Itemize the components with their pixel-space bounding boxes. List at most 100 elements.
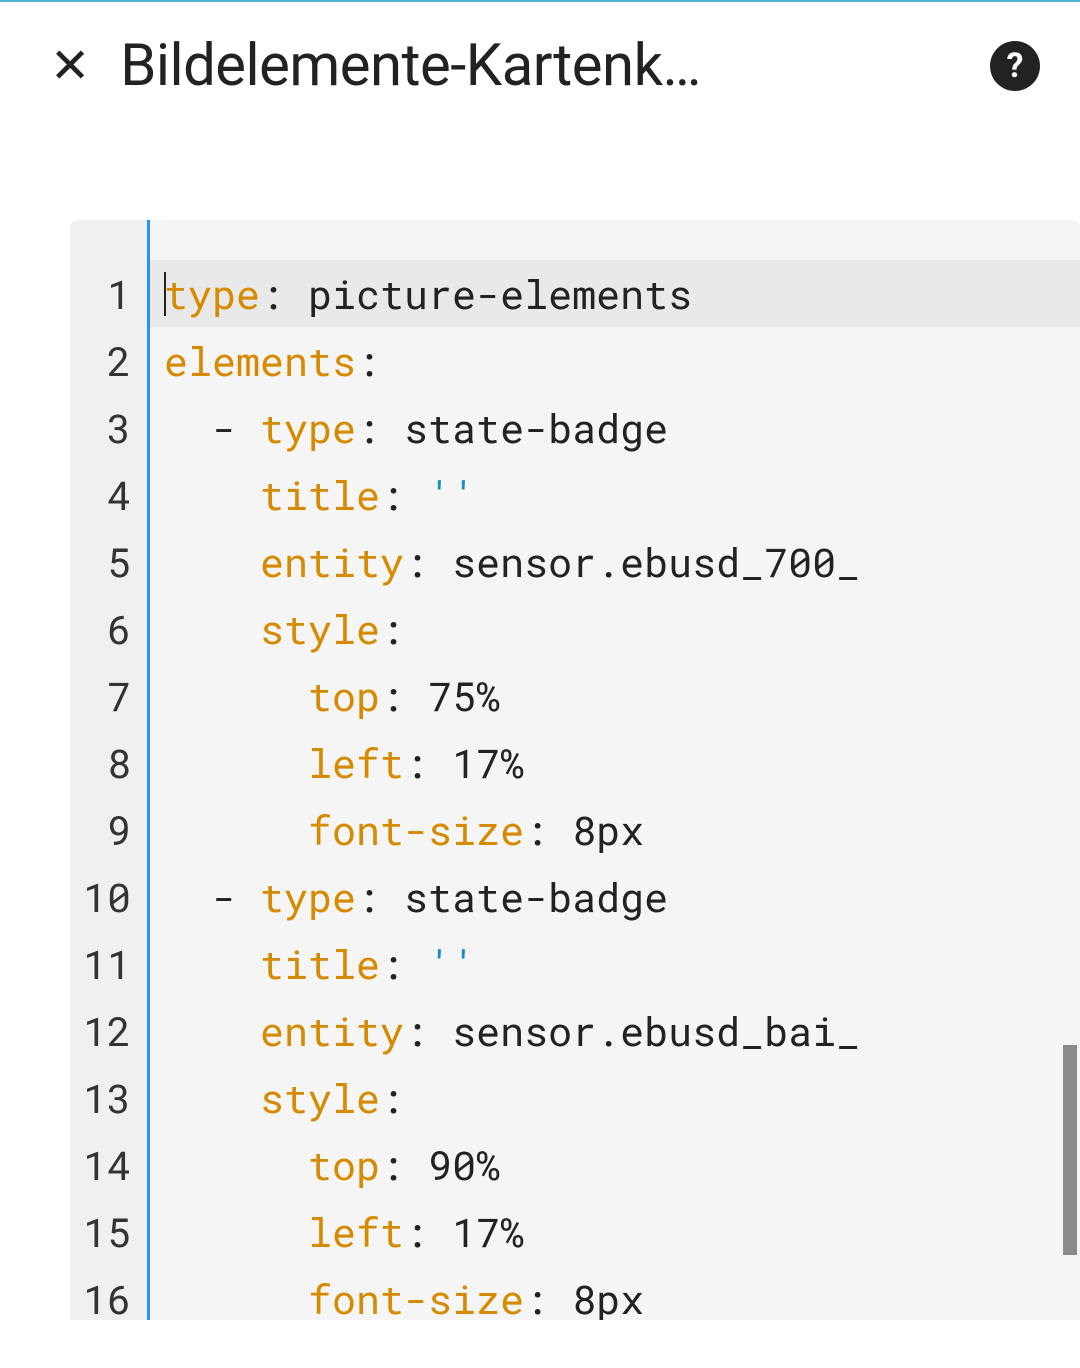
yaml-punct: :: [404, 736, 452, 789]
code-line[interactable]: type: picture-elements: [150, 260, 1080, 327]
yaml-punct: [164, 803, 308, 856]
line-number: 11: [70, 930, 137, 997]
code-editor-wrap: 12345678910111213141516 type: picture-el…: [70, 220, 1080, 1320]
line-number: 16: [70, 1265, 137, 1320]
code-line[interactable]: entity: sensor.ebusd_bai_: [164, 997, 1080, 1064]
yaml-punct: [164, 1004, 260, 1057]
yaml-punct: :: [380, 468, 428, 521]
yaml-key: title: [260, 937, 380, 990]
yaml-string: '': [428, 468, 476, 521]
line-number-gutter: 12345678910111213141516: [70, 220, 150, 1320]
yaml-value: 17%: [452, 736, 524, 789]
help-icon[interactable]: ?: [990, 41, 1040, 91]
yaml-punct: :: [380, 602, 404, 655]
yaml-key: entity: [260, 535, 404, 588]
yaml-punct: :: [524, 1272, 572, 1320]
yaml-punct: :: [356, 401, 404, 454]
yaml-key: font-size: [308, 1272, 524, 1320]
code-line[interactable]: title: '': [164, 461, 1080, 528]
line-number: 5: [70, 528, 137, 595]
yaml-key: font-size: [308, 803, 524, 856]
yaml-key: style: [260, 1071, 380, 1124]
dialog-header: ✕ Bildelemente-Kartenk… ?: [0, 2, 1080, 130]
yaml-string: '': [428, 937, 476, 990]
code-line[interactable]: elements:: [164, 327, 1080, 394]
yaml-punct: [164, 669, 308, 722]
yaml-key: top: [308, 669, 380, 722]
yaml-punct: :: [404, 1004, 452, 1057]
yaml-key: type: [260, 870, 356, 923]
yaml-value: picture-elements: [308, 267, 692, 320]
line-number: 15: [70, 1198, 137, 1265]
yaml-value: 8px: [572, 1272, 644, 1320]
code-line[interactable]: left: 17%: [164, 729, 1080, 796]
yaml-punct: :: [380, 669, 428, 722]
code-line[interactable]: title: '': [164, 930, 1080, 997]
line-number: 2: [70, 327, 137, 394]
line-number: 12: [70, 997, 137, 1064]
yaml-key: left: [308, 736, 404, 789]
code-editor[interactable]: 12345678910111213141516 type: picture-el…: [70, 220, 1080, 1320]
line-number: 1: [70, 260, 137, 327]
code-line[interactable]: style:: [164, 1064, 1080, 1131]
yaml-punct: :: [380, 1071, 404, 1124]
yaml-key: style: [260, 602, 380, 655]
yaml-punct: :: [404, 1205, 452, 1258]
yaml-punct: [164, 535, 260, 588]
code-line[interactable]: font-size: 8px: [164, 796, 1080, 863]
yaml-punct: :: [260, 267, 308, 320]
yaml-punct: :: [404, 535, 452, 588]
yaml-value: 75%: [428, 669, 500, 722]
close-icon[interactable]: ✕: [50, 42, 90, 90]
line-number: 8: [70, 729, 137, 796]
yaml-key: left: [308, 1205, 404, 1258]
yaml-key: title: [260, 468, 380, 521]
yaml-key: type: [260, 401, 356, 454]
code-line[interactable]: font-size: 8px: [164, 1265, 1080, 1320]
line-number: 4: [70, 461, 137, 528]
yaml-value: state-badge: [404, 870, 668, 923]
line-number: 13: [70, 1064, 137, 1131]
yaml-value: sensor.ebusd_bai_: [452, 1004, 860, 1057]
yaml-value: state-badge: [404, 401, 668, 454]
yaml-punct: :: [356, 870, 404, 923]
yaml-punct: -: [164, 401, 260, 454]
code-content[interactable]: type: picture-elementselements: - type: …: [150, 220, 1080, 1320]
yaml-punct: [164, 1138, 308, 1191]
scrollbar-thumb[interactable]: [1063, 1045, 1077, 1255]
yaml-punct: [164, 937, 260, 990]
yaml-key: elements: [164, 334, 356, 387]
yaml-value: sensor.ebusd_700_: [452, 535, 860, 588]
yaml-value: 90%: [428, 1138, 500, 1191]
yaml-punct: [164, 1071, 260, 1124]
yaml-punct: :: [356, 334, 380, 387]
code-line[interactable]: - type: state-badge: [164, 863, 1080, 930]
scrollbar-track[interactable]: [1063, 220, 1077, 1320]
code-line[interactable]: left: 17%: [164, 1198, 1080, 1265]
yaml-punct: [164, 1205, 308, 1258]
yaml-punct: [164, 1272, 308, 1320]
line-number: 14: [70, 1131, 137, 1198]
code-line[interactable]: entity: sensor.ebusd_700_: [164, 528, 1080, 595]
dialog-title: Bildelemente-Kartenk…: [120, 32, 960, 100]
code-line[interactable]: - type: state-badge: [164, 394, 1080, 461]
code-line[interactable]: style:: [164, 595, 1080, 662]
yaml-punct: -: [164, 870, 260, 923]
line-number: 3: [70, 394, 137, 461]
line-number: 9: [70, 796, 137, 863]
yaml-key: top: [308, 1138, 380, 1191]
line-number: 7: [70, 662, 137, 729]
yaml-value: 8px: [572, 803, 644, 856]
code-line[interactable]: top: 75%: [164, 662, 1080, 729]
yaml-punct: [164, 736, 308, 789]
yaml-punct: [164, 602, 260, 655]
yaml-key: type: [164, 267, 260, 320]
line-number: 6: [70, 595, 137, 662]
yaml-punct: :: [524, 803, 572, 856]
yaml-punct: :: [380, 937, 428, 990]
code-line[interactable]: top: 90%: [164, 1131, 1080, 1198]
yaml-value: 17%: [452, 1205, 524, 1258]
yaml-punct: [164, 468, 260, 521]
yaml-punct: :: [380, 1138, 428, 1191]
yaml-key: entity: [260, 1004, 404, 1057]
